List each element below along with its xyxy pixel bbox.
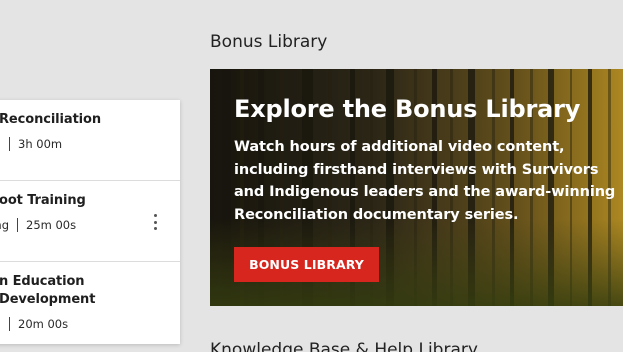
meta-divider bbox=[9, 137, 10, 151]
course-list: Reconciliation 3h 00m oot Training ng 25… bbox=[0, 100, 180, 344]
course-title-line-2: Development bbox=[0, 292, 96, 307]
course-list-item[interactable]: n Education Development 20m 00s bbox=[0, 262, 180, 344]
meta-divider bbox=[17, 218, 18, 232]
kebab-menu-icon[interactable] bbox=[152, 214, 158, 230]
course-meta: 3h 00m bbox=[0, 136, 62, 152]
meta-divider bbox=[9, 317, 10, 331]
bonus-library-banner: Explore the Bonus Library Watch hours of… bbox=[210, 69, 623, 306]
banner-title: Explore the Bonus Library bbox=[234, 95, 581, 123]
course-duration: 3h 00m bbox=[18, 137, 63, 151]
course-type: ng bbox=[0, 218, 9, 232]
course-duration: 25m 00s bbox=[26, 218, 77, 232]
banner-description: Watch hours of additional video content,… bbox=[234, 139, 616, 223]
bonus-library-heading: Bonus Library bbox=[210, 32, 328, 52]
course-list-item[interactable]: Reconciliation 3h 00m bbox=[0, 100, 180, 181]
course-meta: ng 25m 00s bbox=[0, 217, 76, 233]
course-list-item[interactable]: oot Training ng 25m 00s bbox=[0, 181, 180, 262]
page: Reconciliation 3h 00m oot Training ng 25… bbox=[0, 0, 623, 352]
bonus-library-button[interactable]: BONUS LIBRARY bbox=[234, 247, 379, 282]
course-title: oot Training bbox=[0, 193, 86, 208]
knowledge-base-heading: Knowledge Base & Help Library bbox=[210, 340, 478, 352]
course-duration: 20m 00s bbox=[18, 317, 69, 331]
course-title: Reconciliation bbox=[0, 112, 102, 127]
course-title-line-1: n Education bbox=[0, 274, 85, 289]
course-meta: 20m 00s bbox=[0, 316, 68, 332]
